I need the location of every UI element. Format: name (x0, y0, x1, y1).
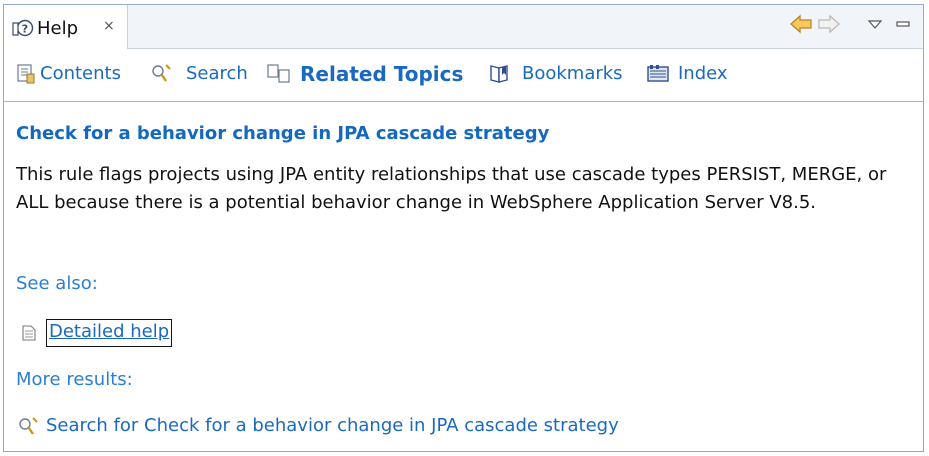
search-result-item[interactable]: Search for Check for a behavior change i… (16, 415, 816, 441)
view-menu-icon[interactable] (867, 16, 883, 35)
topic-title: Check for a behavior change in JPA casca… (16, 123, 550, 144)
tab-index[interactable]: Index (646, 61, 746, 89)
document-icon (22, 325, 36, 345)
index-label: Index (678, 63, 728, 84)
see-also-heading: See also: (16, 273, 98, 294)
help-view-icon: ? (12, 19, 34, 43)
svg-text:?: ? (22, 23, 28, 36)
tab-title: Help (37, 18, 79, 39)
help-tab[interactable]: ? Help × (4, 5, 128, 49)
index-icon (646, 63, 670, 89)
see-also-item: Detailed help (16, 317, 416, 351)
view-tab-bar: ? Help × (4, 5, 923, 49)
tab-search[interactable]: Search (150, 61, 256, 89)
detailed-help-link[interactable]: Detailed help (46, 319, 173, 347)
contents-label: Contents (40, 63, 121, 84)
tab-contents[interactable]: Contents (16, 61, 146, 89)
search-icon (17, 416, 41, 442)
contents-icon (16, 63, 36, 89)
search-icon (150, 63, 174, 89)
search-for-link[interactable]: Search for Check for a behavior change i… (46, 415, 619, 436)
close-icon[interactable]: × (103, 18, 115, 34)
forward-arrow-icon[interactable] (817, 14, 841, 38)
tab-related-topics[interactable]: Related Topics (266, 61, 484, 89)
tab-bookmarks[interactable]: Bookmarks (488, 61, 640, 89)
help-view: ? Help × Contents Search Related Topics … (3, 4, 924, 452)
minimize-icon[interactable] (895, 16, 911, 35)
more-results-heading: More results: (16, 369, 133, 390)
search-label: Search (186, 63, 248, 84)
related-topics-icon (266, 63, 292, 89)
topic-description: This rule flags projects using JPA entit… (16, 164, 887, 213)
bookmarks-label: Bookmarks (522, 63, 623, 84)
bookmarks-icon (488, 63, 512, 89)
back-arrow-icon[interactable] (789, 14, 813, 38)
help-toolbar: Contents Search Related Topics Bookmarks… (4, 49, 923, 102)
related-topics-label: Related Topics (300, 62, 464, 86)
